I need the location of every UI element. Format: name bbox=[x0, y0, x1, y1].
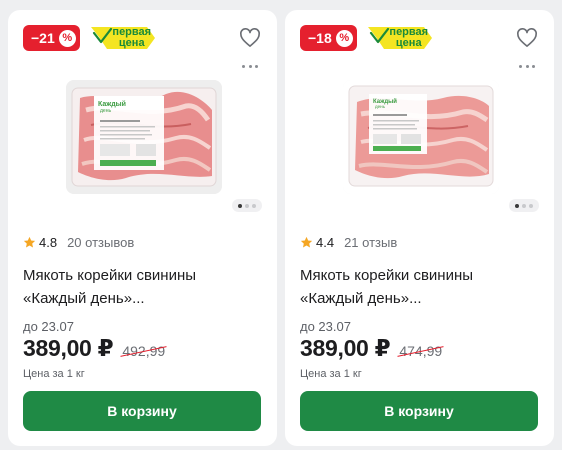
promo-until: до 23.07 bbox=[300, 319, 351, 334]
unit-price-label: Цена за 1 кг bbox=[300, 368, 362, 380]
product-card[interactable]: −21 % первая цена Каждый день 4.8 20 отз… bbox=[8, 10, 277, 446]
svg-text:день: день bbox=[100, 108, 111, 114]
product-title[interactable]: Мякоть корейки свинины «Каждый день»... bbox=[23, 264, 263, 310]
add-to-cart-button[interactable]: В корзину bbox=[300, 391, 538, 431]
title-line-1: Мякоть корейки свинины bbox=[23, 267, 197, 284]
star-icon bbox=[23, 236, 36, 248]
reviews-link[interactable]: 20 отзывов bbox=[67, 235, 134, 250]
product-image[interactable]: Каждый день bbox=[66, 80, 222, 194]
rating-score: 4.4 bbox=[316, 235, 335, 250]
reviews-link[interactable]: 21 отзыв bbox=[344, 235, 397, 250]
percent-circle: % bbox=[335, 29, 353, 47]
promo-until: до 23.07 bbox=[23, 319, 74, 334]
current-price: 389,00 ₽ bbox=[300, 335, 391, 361]
first-price-bottom: цена bbox=[118, 37, 145, 49]
old-price: 492,99 bbox=[122, 343, 166, 359]
percent-circle: % bbox=[58, 29, 76, 47]
first-price-badge: первая цена bbox=[90, 25, 157, 51]
product-title[interactable]: Мякоть корейки свинины «Каждый день»... bbox=[300, 264, 540, 310]
title-line-2: «Каждый день»... bbox=[23, 290, 145, 307]
discount-badge: −18 % bbox=[300, 25, 357, 51]
price-row: 389,00 ₽ 492,99 bbox=[23, 335, 165, 362]
product-grid: −21 % первая цена Каждый день 4.8 20 отз… bbox=[0, 0, 562, 450]
title-line-2: «Каждый день»... bbox=[300, 290, 422, 307]
product-card[interactable]: −18 % первая цена Каждый день 4.4 21 отз… bbox=[285, 10, 554, 446]
rating-score: 4.8 bbox=[39, 235, 58, 250]
more-icon[interactable] bbox=[519, 65, 535, 71]
star-icon bbox=[300, 236, 313, 248]
badges: −21 % первая цена bbox=[23, 25, 157, 51]
price-row: 389,00 ₽ 474,99 bbox=[300, 335, 442, 362]
svg-text:Каждый: Каждый bbox=[98, 100, 126, 108]
old-price: 474,99 bbox=[399, 343, 443, 359]
first-price-bottom: цена bbox=[395, 37, 422, 49]
title-line-1: Мякоть корейки свинины bbox=[300, 267, 474, 284]
image-pager[interactable] bbox=[232, 199, 262, 212]
discount-badge: −21 % bbox=[23, 25, 80, 51]
product-image[interactable]: Каждый день bbox=[343, 80, 499, 194]
add-to-cart-button[interactable]: В корзину bbox=[23, 391, 261, 431]
first-price-badge: первая цена bbox=[367, 25, 434, 51]
unit-price-label: Цена за 1 кг bbox=[23, 368, 85, 380]
rating: 4.8 20 отзывов bbox=[23, 235, 134, 250]
svg-text:день: день bbox=[375, 104, 386, 109]
more-icon[interactable] bbox=[242, 65, 258, 71]
heart-icon[interactable] bbox=[239, 28, 261, 48]
badges: −18 % первая цена bbox=[300, 25, 434, 51]
current-price: 389,00 ₽ bbox=[23, 335, 114, 361]
discount-value: −18 bbox=[308, 30, 332, 46]
image-pager[interactable] bbox=[509, 199, 539, 212]
heart-icon[interactable] bbox=[516, 28, 538, 48]
discount-value: −21 bbox=[31, 30, 55, 46]
rating: 4.4 21 отзыв bbox=[300, 235, 397, 250]
